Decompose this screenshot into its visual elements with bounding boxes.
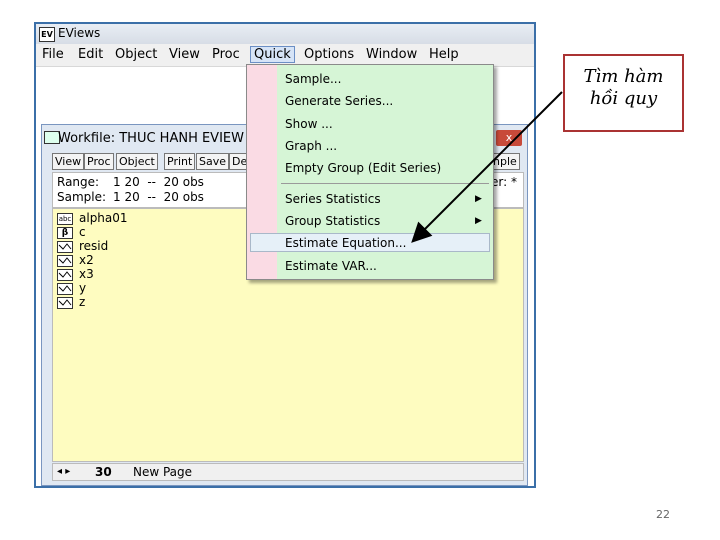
- pointer-arrow-icon: [411, 91, 563, 243]
- page-number: 22: [656, 508, 670, 521]
